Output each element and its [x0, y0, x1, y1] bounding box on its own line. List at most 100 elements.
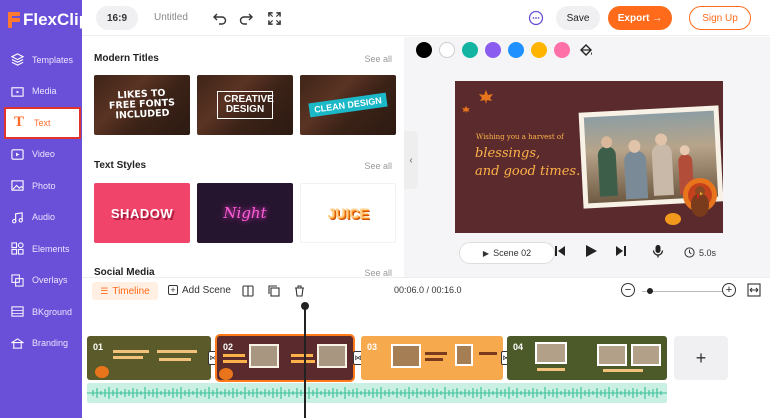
- zoom-slider-track[interactable]: [642, 291, 722, 292]
- duration-value: 5.0s: [699, 247, 717, 258]
- project-title[interactable]: Untitled: [154, 12, 188, 23]
- sidebar-item-label: BKground: [32, 306, 73, 317]
- sidebar-item-label: Branding: [32, 338, 69, 349]
- template-text: Night: [223, 204, 267, 222]
- sidebar-nav: Templates Media T Text Video Photo Audio…: [0, 44, 82, 359]
- scene-clip[interactable]: 01: [87, 336, 211, 380]
- sidebar-item-label: Elements: [32, 243, 70, 254]
- color-swatch[interactable]: [508, 42, 524, 58]
- collapse-panel-handle[interactable]: ‹: [404, 131, 418, 189]
- fit-timeline-icon[interactable]: [747, 283, 761, 300]
- sidebar-item-branding[interactable]: Branding: [0, 328, 82, 360]
- title-template-thumb[interactable]: CREATIVE DESIGN: [197, 75, 293, 135]
- sidebar-item-templates[interactable]: Templates: [0, 44, 82, 76]
- aspect-ratio-button[interactable]: 16:9: [96, 6, 138, 30]
- undo-icon[interactable]: [212, 10, 228, 26]
- play-icon[interactable]: [585, 244, 598, 261]
- sign-up-button[interactable]: Sign Up: [689, 6, 751, 30]
- audio-waveform: [87, 387, 667, 399]
- color-swatch[interactable]: [416, 42, 432, 58]
- logo-text: FlexClip: [23, 10, 90, 29]
- turkey-illustration: [683, 178, 717, 217]
- redo-icon[interactable]: [238, 10, 254, 26]
- scene-clip[interactable]: 04: [507, 336, 667, 380]
- title-template-thumb[interactable]: LIKES TO FREE FONTS INCLUDED: [94, 75, 190, 135]
- elements-icon: [10, 242, 24, 256]
- add-clip-button[interactable]: +: [674, 336, 728, 380]
- chat-icon[interactable]: [528, 10, 544, 26]
- section-title-social-media: Social Media: [94, 267, 155, 277]
- zoom-out-icon[interactable]: −: [621, 283, 635, 297]
- timeline-toolbar: ☰ Timeline + Add Scene 00:06.0 / 00:16.0 …: [82, 277, 770, 303]
- paint-bucket-icon[interactable]: [578, 42, 594, 63]
- fullscreen-icon[interactable]: [266, 10, 282, 26]
- color-swatch[interactable]: [554, 42, 570, 58]
- sidebar-item-media[interactable]: Media: [0, 76, 82, 108]
- scene-duration[interactable]: 5.0s: [684, 247, 716, 258]
- audio-track[interactable]: [87, 383, 667, 403]
- see-all-social-media[interactable]: See all: [364, 268, 392, 277]
- clip-number: 03: [367, 342, 378, 352]
- template-text: CREATIVE DESIGN: [217, 91, 274, 119]
- color-swatch[interactable]: [485, 42, 501, 58]
- scene-label: Scene 02: [493, 248, 532, 258]
- sidebar-item-video[interactable]: Video: [0, 139, 82, 171]
- scene-clip-selected[interactable]: 02: [215, 334, 355, 382]
- canvas-text-line1[interactable]: Wishing you a harvest of: [476, 133, 564, 141]
- text-style-thumb[interactable]: Night: [197, 183, 293, 243]
- title-template-thumb[interactable]: CLEAN DESIGN: [300, 75, 396, 135]
- duplicate-icon[interactable]: [268, 285, 280, 300]
- export-button[interactable]: Export →: [608, 6, 672, 30]
- color-swatch[interactable]: [462, 42, 478, 58]
- zoom-in-icon[interactable]: +: [722, 283, 736, 297]
- sidebar-item-audio[interactable]: Audio: [0, 202, 82, 234]
- sidebar-item-label: Text: [34, 117, 51, 128]
- sidebar-item-label: Photo: [32, 180, 56, 191]
- section-title-text-styles: Text Styles: [94, 160, 147, 171]
- flexclip-logo[interactable]: FlexClip: [8, 10, 89, 30]
- chevron-left-icon: ‹: [409, 154, 413, 166]
- color-swatch[interactable]: [439, 42, 455, 58]
- sidebar-item-overlays[interactable]: Overlays: [0, 265, 82, 297]
- layers-icon: [10, 53, 24, 67]
- timeline-playhead[interactable]: [301, 302, 309, 418]
- sidebar: FlexClip Templates Media T Text Video Ph…: [0, 0, 89, 418]
- previous-scene-icon[interactable]: [554, 244, 566, 260]
- scene-selector[interactable]: ▶ Scene 02: [459, 242, 555, 264]
- sidebar-item-label: Media: [32, 86, 57, 97]
- microphone-icon[interactable]: [652, 244, 664, 261]
- sidebar-item-elements[interactable]: Elements: [0, 233, 82, 265]
- see-all-text-styles[interactable]: See all: [364, 161, 392, 171]
- sidebar-item-label: Templates: [32, 54, 74, 65]
- editor-area: Wishing you a harvest of blessings, and …: [404, 37, 770, 277]
- template-text: CLEAN DESIGN: [308, 92, 388, 118]
- timeline-tab[interactable]: ☰ Timeline: [92, 282, 158, 300]
- video-canvas[interactable]: Wishing you a harvest of blessings, and …: [455, 81, 723, 233]
- delete-icon[interactable]: [294, 285, 305, 300]
- timeline-time: 00:06.0 / 00:16.0: [394, 285, 462, 295]
- color-swatch[interactable]: [531, 42, 547, 58]
- top-toolbar: 16:9 Untitled Save Export → Sign Up: [82, 0, 770, 36]
- sidebar-item-bkground[interactable]: BKground: [0, 296, 82, 328]
- add-scene-label: Add Scene: [182, 285, 231, 296]
- text-style-thumb[interactable]: JUICE: [300, 183, 396, 243]
- add-scene-button[interactable]: + Add Scene: [168, 285, 231, 296]
- sidebar-item-label: Overlays: [32, 275, 68, 286]
- media-folder-icon: [10, 84, 24, 98]
- scene-clip[interactable]: 03: [361, 336, 503, 380]
- maple-leaf-icon: [462, 105, 470, 114]
- timeline-area: 01 ⋈ 02 ⋈ 03 ⋈ 04 +: [82, 302, 770, 418]
- text-t-icon: T: [13, 114, 24, 131]
- sidebar-item-text[interactable]: T Text: [4, 107, 81, 139]
- sidebar-item-label: Video: [32, 149, 55, 160]
- canvas-text-blessings[interactable]: blessings, and good times.: [475, 145, 580, 181]
- see-all-modern-titles[interactable]: See all: [364, 54, 392, 64]
- text-style-thumb[interactable]: SHADOW: [94, 183, 190, 243]
- split-icon[interactable]: [242, 285, 254, 300]
- save-button[interactable]: Save: [556, 6, 600, 30]
- zoom-slider-handle[interactable]: [647, 288, 653, 294]
- next-scene-icon[interactable]: [615, 244, 627, 260]
- sidebar-item-photo[interactable]: Photo: [0, 170, 82, 202]
- logo-mark-icon: [8, 12, 22, 28]
- music-note-icon: [10, 210, 24, 224]
